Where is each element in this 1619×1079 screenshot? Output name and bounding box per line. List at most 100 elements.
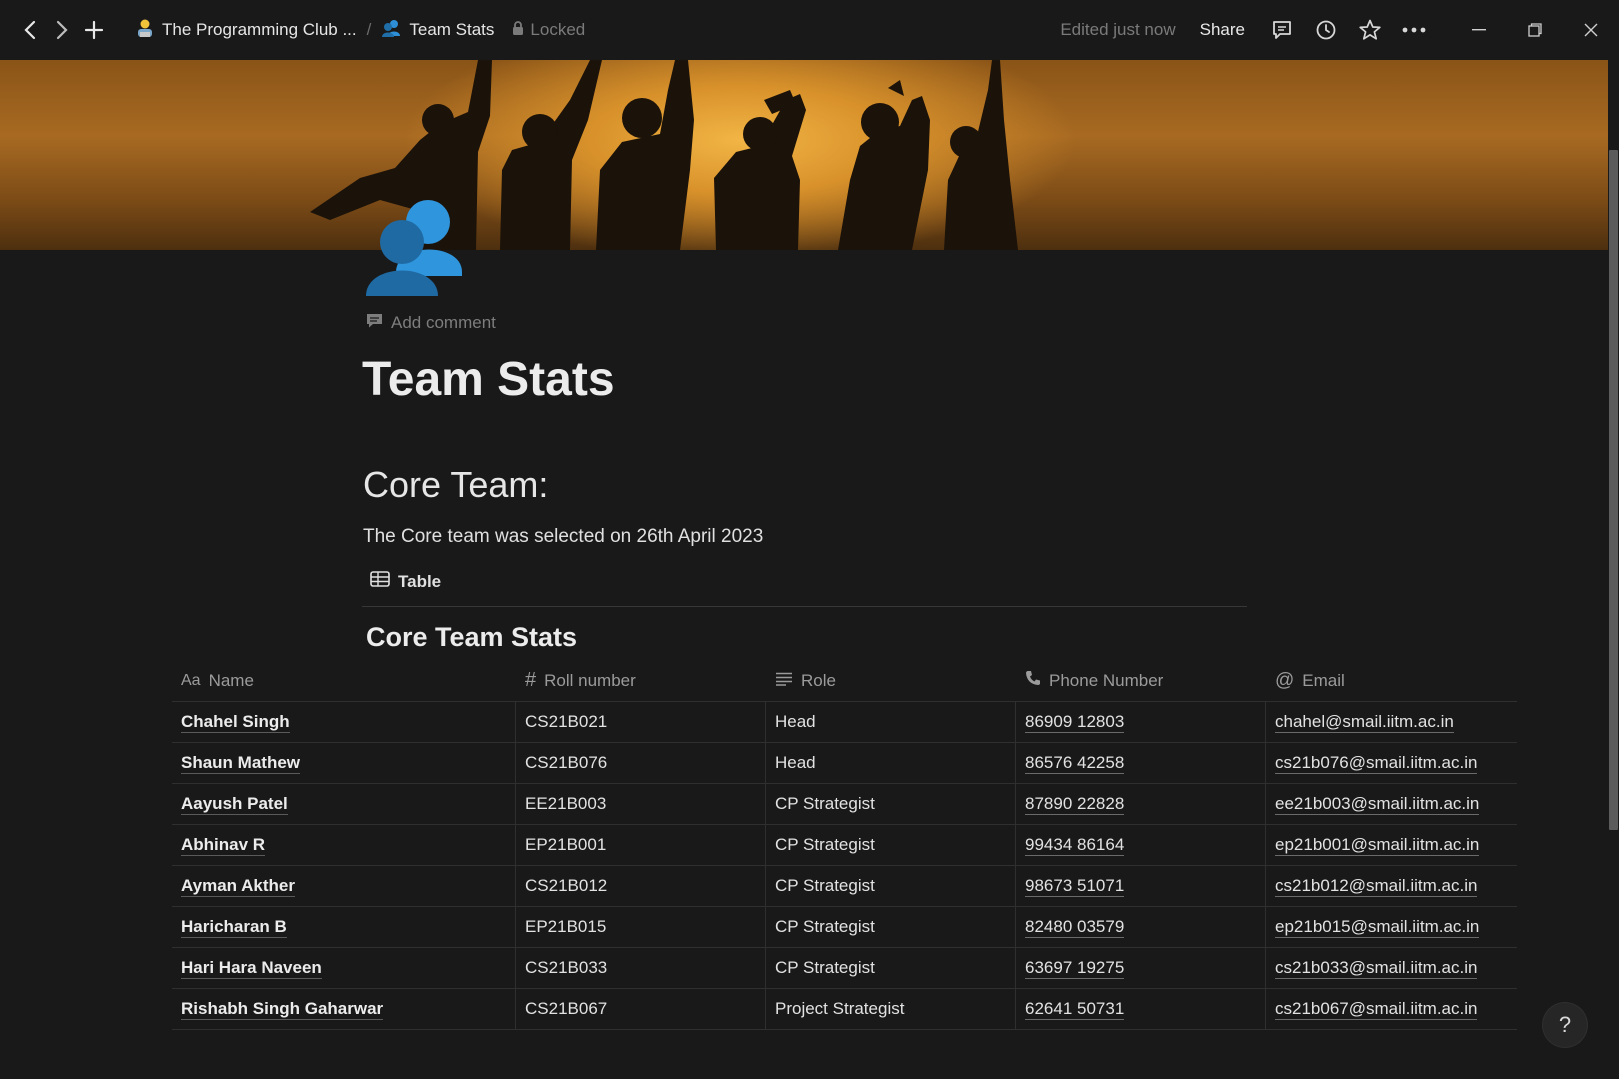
cell-email[interactable]: ep21b015@smail.iitm.ac.in	[1266, 907, 1517, 947]
cell-phone[interactable]: 86576 42258	[1016, 743, 1266, 783]
comments-icon[interactable]	[1267, 15, 1297, 45]
cell-email[interactable]: ep21b001@smail.iitm.ac.in	[1266, 825, 1517, 865]
breadcrumb-workspace[interactable]: The Programming Club ...	[130, 14, 363, 47]
number-property-icon: #	[525, 669, 537, 691]
add-comment-button[interactable]: Add comment	[366, 312, 496, 334]
favorite-star-icon[interactable]	[1355, 15, 1385, 45]
cell-role[interactable]: Project Strategist	[766, 989, 1016, 1029]
add-comment-label: Add comment	[391, 313, 496, 332]
cell-roll-number[interactable]: CS21B012	[516, 866, 766, 906]
column-header-roll-number[interactable]: # Roll number	[516, 660, 766, 701]
view-tab-table[interactable]: Table	[370, 571, 441, 592]
scrollbar-thumb[interactable]	[1609, 150, 1618, 830]
cell-name[interactable]: Ayman Akther	[172, 866, 516, 906]
cell-name[interactable]: Aayush Patel	[172, 784, 516, 824]
cell-role[interactable]: CP Strategist	[766, 866, 1016, 906]
cell-role[interactable]: Head	[766, 743, 1016, 783]
page-people-icon[interactable]	[362, 196, 462, 296]
column-label: Email	[1302, 670, 1345, 690]
cell-phone[interactable]: 98673 51071	[1016, 866, 1266, 906]
forward-arrow-icon[interactable]	[48, 14, 76, 46]
close-window-icon[interactable]	[1563, 14, 1619, 46]
cell-email[interactable]: cs21b033@smail.iitm.ac.in	[1266, 948, 1517, 988]
cell-roll-number[interactable]: CS21B076	[516, 743, 766, 783]
column-label: Phone Number	[1049, 670, 1164, 690]
database-title[interactable]: Core Team Stats	[366, 622, 577, 653]
cell-name[interactable]: Abhinav R	[172, 825, 516, 865]
cell-email[interactable]: chahel@smail.iitm.ac.in	[1266, 702, 1517, 742]
column-label: Role	[801, 670, 836, 690]
locked-label: Locked	[530, 20, 586, 39]
cell-roll-number[interactable]: CS21B033	[516, 948, 766, 988]
edited-status: Edited just now	[1060, 20, 1176, 39]
share-button[interactable]: Share	[1200, 20, 1245, 40]
page-title[interactable]: Team Stats	[362, 352, 615, 407]
table-row[interactable]: Ayman Akther CS21B012 CP Strategist 9867…	[172, 866, 1517, 907]
cell-email[interactable]: cs21b067@smail.iitm.ac.in	[1266, 989, 1517, 1029]
cell-role[interactable]: CP Strategist	[766, 907, 1016, 947]
table-header-row: Aa Name # Roll number Role Phone Number …	[172, 660, 1517, 702]
lock-icon	[512, 20, 524, 41]
cell-name[interactable]: Rishabh Singh Gaharwar	[172, 989, 516, 1029]
cell-email[interactable]: ee21b003@smail.iitm.ac.in	[1266, 784, 1517, 824]
cell-phone[interactable]: 63697 19275	[1016, 948, 1266, 988]
cell-email[interactable]: cs21b012@smail.iitm.ac.in	[1266, 866, 1517, 906]
title-property-icon: Aa	[181, 671, 201, 689]
cell-name[interactable]: Chahel Singh	[172, 702, 516, 742]
cell-phone[interactable]: 86909 12803	[1016, 702, 1266, 742]
cell-roll-number[interactable]: CS21B021	[516, 702, 766, 742]
cover-image[interactable]	[0, 60, 1608, 250]
table-view-icon	[370, 571, 390, 592]
minimize-window-icon[interactable]	[1451, 14, 1507, 46]
core-team-table: Aa Name # Roll number Role Phone Number …	[172, 660, 1517, 1030]
new-page-plus-icon[interactable]	[80, 14, 108, 46]
table-row[interactable]: Hari Hara Naveen CS21B033 CP Strategist …	[172, 948, 1517, 989]
cell-roll-number[interactable]: EE21B003	[516, 784, 766, 824]
view-divider	[362, 606, 1247, 607]
cell-name[interactable]: Hari Hara Naveen	[172, 948, 516, 988]
table-row[interactable]: Shaun Mathew CS21B076 Head 86576 42258 c…	[172, 743, 1517, 784]
cell-name[interactable]: Haricharan B	[172, 907, 516, 947]
restore-window-icon[interactable]	[1507, 14, 1563, 46]
back-arrow-icon[interactable]	[16, 14, 44, 46]
cell-role[interactable]: CP Strategist	[766, 948, 1016, 988]
cell-roll-number[interactable]: CS21B067	[516, 989, 766, 1029]
top-bar: The Programming Club ... / Team Stats Lo…	[0, 0, 1619, 60]
breadcrumb-separator: /	[366, 20, 372, 39]
more-options-icon[interactable]	[1399, 15, 1429, 45]
cell-email[interactable]: cs21b076@smail.iitm.ac.in	[1266, 743, 1517, 783]
cell-phone[interactable]: 62641 50731	[1016, 989, 1266, 1029]
column-header-email[interactable]: @ Email	[1266, 660, 1517, 701]
core-team-heading[interactable]: Core Team:	[363, 464, 548, 506]
scrollbar[interactable]	[1608, 60, 1619, 1079]
table-row[interactable]: Aayush Patel EE21B003 CP Strategist 8789…	[172, 784, 1517, 825]
locked-indicator[interactable]: Locked	[512, 20, 585, 41]
table-row[interactable]: Rishabh Singh Gaharwar CS21B067 Project …	[172, 989, 1517, 1030]
cell-role[interactable]: CP Strategist	[766, 825, 1016, 865]
table-row[interactable]: Chahel Singh CS21B021 Head 86909 12803 c…	[172, 702, 1517, 743]
cell-role[interactable]: Head	[766, 702, 1016, 742]
page-breadcrumb-label: Team Stats	[409, 20, 495, 39]
cell-phone[interactable]: 99434 86164	[1016, 825, 1266, 865]
email-at-icon: @	[1275, 669, 1295, 691]
column-header-role[interactable]: Role	[766, 660, 1016, 701]
history-clock-icon[interactable]	[1311, 15, 1341, 45]
column-header-name[interactable]: Aa Name	[172, 660, 516, 701]
help-button[interactable]: ?	[1543, 1003, 1587, 1047]
workspace-label: The Programming Club ...	[162, 20, 357, 39]
cell-roll-number[interactable]: EP21B001	[516, 825, 766, 865]
view-tab-label: Table	[398, 571, 442, 591]
cell-name[interactable]: Shaun Mathew	[172, 743, 516, 783]
column-header-phone-number[interactable]: Phone Number	[1016, 660, 1266, 701]
table-row[interactable]: Abhinav R EP21B001 CP Strategist 99434 8…	[172, 825, 1517, 866]
cell-roll-number[interactable]: EP21B015	[516, 907, 766, 947]
breadcrumb-page[interactable]: Team Stats	[375, 15, 500, 46]
comment-icon	[366, 312, 383, 334]
core-team-paragraph[interactable]: The Core team was selected on 26th April…	[363, 526, 763, 548]
text-lines-icon	[775, 671, 793, 691]
cell-phone[interactable]: 87890 22828	[1016, 784, 1266, 824]
cell-phone[interactable]: 82480 03579	[1016, 907, 1266, 947]
phone-icon	[1025, 670, 1041, 691]
table-row[interactable]: Haricharan B EP21B015 CP Strategist 8248…	[172, 907, 1517, 948]
cell-role[interactable]: CP Strategist	[766, 784, 1016, 824]
